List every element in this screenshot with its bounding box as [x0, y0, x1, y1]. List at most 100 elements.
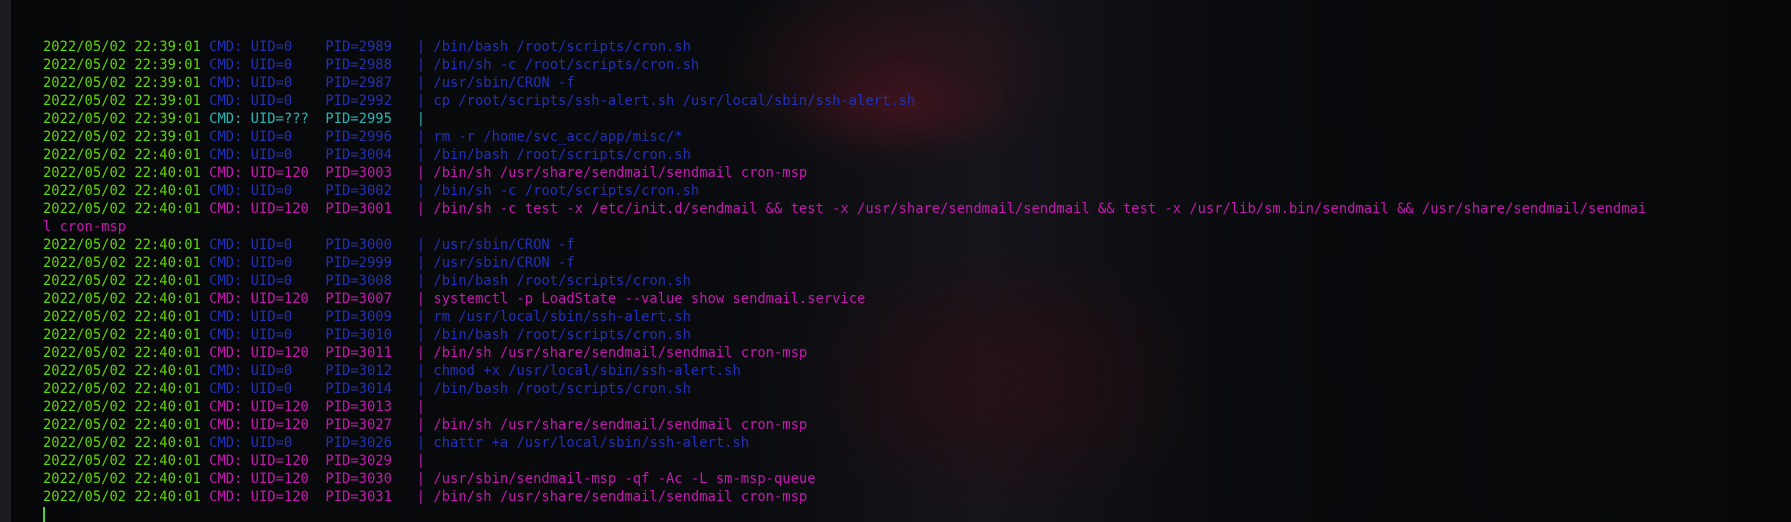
log-line: 2022/05/02 22:40:01 CMD: UID=0 PID=3008 …: [43, 272, 1646, 290]
log-line: 2022/05/02 22:39:01 CMD: UID=??? PID=299…: [43, 110, 1646, 128]
process-log-output[interactable]: 2022/05/02 22:39:01 CMD: UID=0 PID=2989 …: [43, 38, 1646, 522]
log-timestamp: 2022/05/02 22:40:01: [43, 489, 201, 505]
log-command: /bin/sh -c test -x /etc/init.d/sendmail …: [433, 201, 1647, 217]
log-timestamp: 2022/05/02 22:40:01: [43, 417, 201, 433]
log-process-info: CMD: UID=0 PID=3010 |: [200, 327, 434, 343]
log-line: 2022/05/02 22:40:01 CMD: UID=0 PID=3010 …: [43, 326, 1646, 344]
log-line: 2022/05/02 22:39:01 CMD: UID=0 PID=2988 …: [43, 56, 1646, 74]
log-line: 2022/05/02 22:40:01 CMD: UID=0 PID=3000 …: [43, 236, 1646, 254]
log-command: /bin/bash /root/scripts/cron.sh: [433, 273, 691, 289]
log-process-info: CMD: UID=120 PID=3031 |: [200, 489, 434, 505]
log-process-info: CMD: UID=0 PID=2999 |: [200, 255, 434, 271]
log-command: /usr/sbin/CRON -f: [433, 75, 575, 91]
log-line: 2022/05/02 22:39:01 CMD: UID=0 PID=2989 …: [43, 38, 1646, 56]
terminal-window[interactable]: 2022/05/02 22:39:01 CMD: UID=0 PID=2989 …: [0, 0, 1791, 522]
log-command: /bin/bash /root/scripts/cron.sh: [433, 39, 691, 55]
log-command: chmod +x /usr/local/sbin/ssh-alert.sh: [433, 363, 741, 379]
log-line: 2022/05/02 22:40:01 CMD: UID=0 PID=3012 …: [43, 362, 1646, 380]
log-process-info: CMD: UID=0 PID=3014 |: [200, 381, 434, 397]
log-process-info: CMD: UID=0 PID=3008 |: [200, 273, 434, 289]
log-line: 2022/05/02 22:40:01 CMD: UID=0 PID=3004 …: [43, 146, 1646, 164]
log-process-info: CMD: UID=0 PID=2989 |: [200, 39, 434, 55]
log-command: l cron-msp: [43, 219, 127, 235]
log-timestamp: 2022/05/02 22:40:01: [43, 147, 201, 163]
log-command: /usr/sbin/CRON -f: [433, 237, 575, 253]
log-line: 2022/05/02 22:40:01 CMD: UID=120 PID=300…: [43, 200, 1646, 218]
log-line: 2022/05/02 22:40:01 CMD: UID=0 PID=3014 …: [43, 380, 1646, 398]
log-timestamp: 2022/05/02 22:40:01: [43, 273, 201, 289]
log-line: 2022/05/02 22:40:01 CMD: UID=120 PID=301…: [43, 398, 1646, 416]
log-process-info: CMD: UID=0 PID=3000 |: [200, 237, 434, 253]
log-process-info: CMD: UID=0 PID=3009 |: [200, 309, 434, 325]
log-line: 2022/05/02 22:40:01 CMD: UID=0 PID=3026 …: [43, 434, 1646, 452]
log-process-info: CMD: UID=120 PID=3003 |: [200, 165, 434, 181]
log-timestamp: 2022/05/02 22:40:01: [43, 291, 201, 307]
log-line: 2022/05/02 22:39:01 CMD: UID=0 PID=2992 …: [43, 92, 1646, 110]
log-process-info: CMD: UID=0 PID=3012 |: [200, 363, 434, 379]
log-command: rm -r /home/svc_acc/app/misc/*: [433, 129, 683, 145]
log-process-info: CMD: UID=120 PID=3030 |: [200, 471, 434, 487]
log-command: /usr/sbin/sendmail-msp -qf -Ac -L sm-msp…: [433, 471, 816, 487]
log-command: /bin/bash /root/scripts/cron.sh: [433, 147, 691, 163]
log-timestamp: 2022/05/02 22:40:01: [43, 309, 201, 325]
log-line: 2022/05/02 22:40:01 CMD: UID=120 PID=302…: [43, 416, 1646, 434]
log-timestamp: 2022/05/02 22:39:01: [43, 75, 201, 91]
text-cursor: [43, 507, 45, 522]
log-line: 2022/05/02 22:40:01 CMD: UID=120 PID=300…: [43, 164, 1646, 182]
log-timestamp: 2022/05/02 22:39:01: [43, 39, 201, 55]
log-timestamp: 2022/05/02 22:40:01: [43, 345, 201, 361]
log-process-info: CMD: UID=0 PID=3002 |: [200, 183, 434, 199]
log-timestamp: 2022/05/02 22:40:01: [43, 165, 201, 181]
log-line: 2022/05/02 22:40:01 CMD: UID=120 PID=300…: [43, 290, 1646, 308]
log-line: 2022/05/02 22:40:01 CMD: UID=120 PID=301…: [43, 344, 1646, 362]
log-process-info: CMD: UID=120 PID=3001 |: [200, 201, 434, 217]
log-timestamp: 2022/05/02 22:40:01: [43, 453, 201, 469]
log-command: /bin/sh -c /root/scripts/cron.sh: [433, 57, 700, 73]
log-timestamp: 2022/05/02 22:40:01: [43, 327, 201, 343]
log-command: /bin/sh /usr/share/sendmail/sendmail cro…: [433, 489, 808, 505]
log-command: /bin/sh /usr/share/sendmail/sendmail cro…: [433, 417, 808, 433]
log-timestamp: 2022/05/02 22:40:01: [43, 381, 201, 397]
log-timestamp: 2022/05/02 22:40:01: [43, 363, 201, 379]
log-line: 2022/05/02 22:39:01 CMD: UID=0 PID=2987 …: [43, 74, 1646, 92]
log-process-info: CMD: UID=??? PID=2995 |: [200, 111, 434, 127]
log-process-info: CMD: UID=120 PID=3013 |: [200, 399, 434, 415]
log-line: 2022/05/02 22:40:01 CMD: UID=120 PID=302…: [43, 452, 1646, 470]
log-command: rm /usr/local/sbin/ssh-alert.sh: [433, 309, 691, 325]
log-process-info: CMD: UID=120 PID=3007 |: [200, 291, 434, 307]
log-process-info: CMD: UID=0 PID=2996 |: [200, 129, 434, 145]
log-timestamp: 2022/05/02 22:40:01: [43, 183, 201, 199]
log-process-info: CMD: UID=0 PID=3004 |: [200, 147, 434, 163]
log-process-info: CMD: UID=0 PID=2987 |: [200, 75, 434, 91]
log-line: 2022/05/02 22:39:01 CMD: UID=0 PID=2996 …: [43, 128, 1646, 146]
log-timestamp: 2022/05/02 22:40:01: [43, 471, 201, 487]
prompt-line[interactable]: [43, 506, 1646, 522]
log-timestamp: 2022/05/02 22:39:01: [43, 57, 201, 73]
log-command: cp /root/scripts/ssh-alert.sh /usr/local…: [433, 93, 916, 109]
log-timestamp: 2022/05/02 22:40:01: [43, 255, 201, 271]
log-process-info: CMD: UID=0 PID=3026 |: [200, 435, 434, 451]
log-timestamp: 2022/05/02 22:39:01: [43, 129, 201, 145]
log-command: /bin/bash /root/scripts/cron.sh: [433, 381, 691, 397]
log-command: /usr/sbin/CRON -f: [433, 255, 575, 271]
log-timestamp: 2022/05/02 22:40:01: [43, 435, 201, 451]
log-process-info: CMD: UID=120 PID=3011 |: [200, 345, 434, 361]
log-line: l cron-msp: [43, 218, 1646, 236]
log-line: 2022/05/02 22:40:01 CMD: UID=0 PID=2999 …: [43, 254, 1646, 272]
log-command: /bin/bash /root/scripts/cron.sh: [433, 327, 691, 343]
log-timestamp: 2022/05/02 22:40:01: [43, 201, 201, 217]
log-line: 2022/05/02 22:40:01 CMD: UID=120 PID=303…: [43, 488, 1646, 506]
log-command: /bin/sh /usr/share/sendmail/sendmail cro…: [433, 165, 808, 181]
log-command: chattr +a /usr/local/sbin/ssh-alert.sh: [433, 435, 750, 451]
log-command: /bin/sh -c /root/scripts/cron.sh: [433, 183, 700, 199]
log-process-info: CMD: UID=0 PID=2988 |: [200, 57, 434, 73]
log-line: 2022/05/02 22:40:01 CMD: UID=0 PID=3002 …: [43, 182, 1646, 200]
log-process-info: CMD: UID=120 PID=3029 |: [200, 453, 434, 469]
log-command: /bin/sh /usr/share/sendmail/sendmail cro…: [433, 345, 808, 361]
log-process-info: CMD: UID=0 PID=2992 |: [200, 93, 434, 109]
log-command: systemctl -p LoadState --value show send…: [433, 291, 866, 307]
log-timestamp: 2022/05/02 22:39:01: [43, 93, 201, 109]
log-timestamp: 2022/05/02 22:40:01: [43, 237, 201, 253]
log-process-info: CMD: UID=120 PID=3027 |: [200, 417, 434, 433]
log-timestamp: 2022/05/02 22:39:01: [43, 111, 201, 127]
